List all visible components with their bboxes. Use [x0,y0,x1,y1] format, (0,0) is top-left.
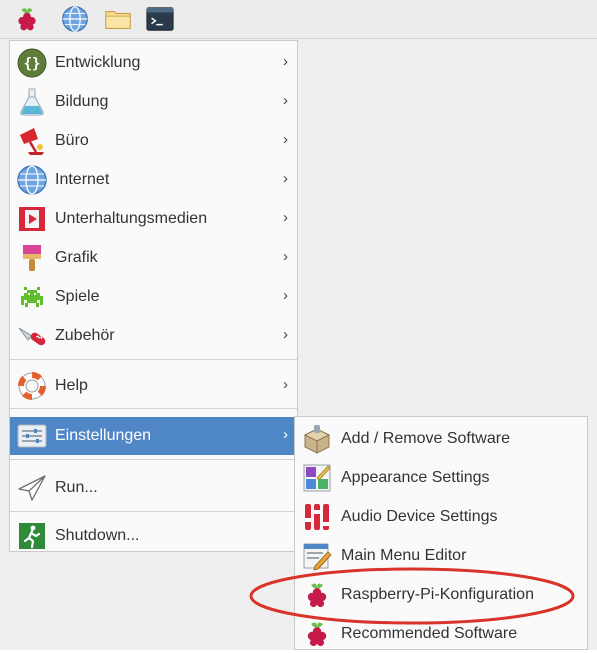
submenu-item-add-remove-software[interactable]: Add / Remove Software [295,419,587,458]
raspberry-icon [18,8,36,31]
menu-item-label: Büro [55,132,89,149]
web-browser-button[interactable] [60,4,90,34]
submenu-item-recommended-software[interactable]: Recommended Software [295,614,587,653]
knife-icon [16,320,48,352]
submenu-item-label: Main Menu Editor [341,546,467,564]
menu-item-label: Zubehör [55,327,115,344]
menu-item-spiele[interactable]: Spiele › [10,278,297,316]
main-menu: {} Entwicklung › Bildung › Büro › Intern… [9,40,298,552]
lifebuoy-icon [16,370,48,402]
svg-text:{}: {} [24,56,41,72]
menu-item-bildung[interactable]: Bildung › [10,83,297,121]
raspberry-menu-button[interactable] [12,4,42,34]
game-icon [16,281,48,313]
menu-item-label: Run... [55,479,98,496]
submenu-arrow-icon: › [283,170,288,187]
menu-item-label: Unterhaltungsmedien [55,210,208,227]
menu-item-unterhaltungsmedien[interactable]: Unterhaltungsmedien › [10,200,297,238]
paintbrush-icon [16,242,48,274]
package-icon [301,423,333,455]
menu-item-label: Grafik [55,249,98,266]
menu-item-help[interactable]: Help › [10,367,297,405]
submenu-item-appearance-settings[interactable]: Appearance Settings [295,458,587,497]
submenu-item-label: Raspberry-Pi-Konfiguration [341,585,534,603]
settings-icon [16,420,48,452]
menu-item-shutdown[interactable]: Shutdown... [10,517,297,555]
submenu-arrow-icon: › [283,209,288,226]
submenu-arrow-icon: › [283,426,288,443]
mixer-icon [301,501,333,533]
submenu-item-main-menu-editor[interactable]: Main Menu Editor [295,536,587,575]
menu-editor-icon [301,540,333,572]
menu-item-entwicklung[interactable]: {} Entwicklung › [10,44,297,82]
globe-icon [16,164,48,196]
menu-item-einstellungen[interactable]: Einstellungen › [10,417,297,455]
menu-item-label: Shutdown... [55,527,140,544]
menu-separator [10,408,297,409]
globe-icon [62,6,88,32]
raspberry-icon [301,579,333,611]
raspberry-icon [301,618,333,650]
submenu-arrow-icon: › [283,376,288,393]
submenu-item-raspberry-pi-konfiguration[interactable]: Raspberry-Pi-Konfiguration [295,575,587,614]
submenu-item-label: Appearance Settings [341,468,490,486]
menu-item-internet[interactable]: Internet › [10,161,297,199]
menu-separator [10,359,297,360]
menu-item-label: Help [55,377,88,394]
settings-submenu: Add / Remove Software Appearance Setting… [294,416,588,650]
menu-item-zubehoer[interactable]: Zubehör › [10,317,297,355]
menu-separator [10,511,297,512]
media-icon [16,203,48,235]
menu-item-label: Spiele [55,288,100,305]
terminal-icon [146,7,174,31]
submenu-item-audio-device-settings[interactable]: Audio Device Settings [295,497,587,536]
menu-item-buero[interactable]: Büro › [10,122,297,160]
submenu-item-label: Recommended Software [341,624,518,642]
flask-icon [16,86,48,118]
submenu-arrow-icon: › [283,53,288,70]
submenu-arrow-icon: › [283,248,288,265]
folder-icon [105,10,131,29]
appearance-icon [301,462,333,494]
submenu-arrow-icon: › [283,131,288,148]
file-manager-button[interactable] [103,4,133,34]
submenu-item-label: Add / Remove Software [341,429,510,447]
submenu-arrow-icon: › [283,92,288,109]
menu-item-run[interactable]: Run... [10,469,297,507]
menu-item-label: Einstellungen [55,427,152,444]
paper-plane-icon [16,472,48,504]
office-icon [16,125,48,157]
terminal-button[interactable] [145,4,175,34]
menu-item-label: Bildung [55,93,109,110]
menu-separator [10,459,297,460]
submenu-arrow-icon: › [283,326,288,343]
code-icon: {} [16,47,48,79]
exit-icon [16,520,48,552]
menu-item-grafik[interactable]: Grafik › [10,239,297,277]
taskbar [0,0,597,39]
submenu-item-label: Audio Device Settings [341,507,498,525]
menu-item-label: Internet [55,171,110,188]
menu-item-label: Entwicklung [55,54,141,71]
submenu-arrow-icon: › [283,287,288,304]
